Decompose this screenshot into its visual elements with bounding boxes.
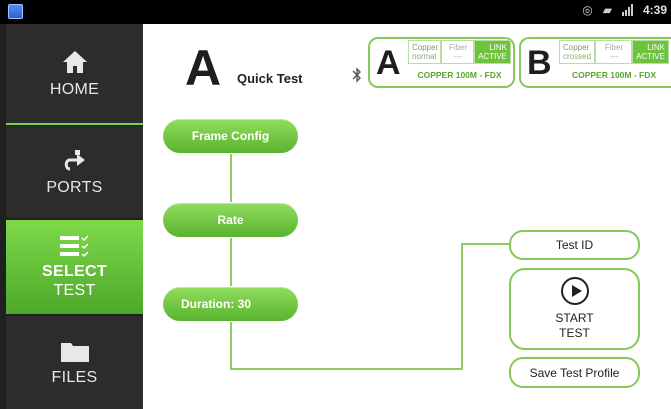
flow-connector — [230, 154, 232, 202]
sd-card-icon: ▰ — [602, 3, 612, 17]
copper-title: Copper — [412, 43, 439, 52]
sidebar-item-label: HOME — [49, 81, 100, 98]
port-b-link-status: COPPER 100M - FDX — [571, 70, 657, 80]
save-test-profile-button[interactable]: Save Test Profile — [509, 357, 640, 388]
fiber-title: Fiber — [604, 43, 624, 52]
duration-button[interactable]: Duration: 30 — [163, 287, 298, 321]
sidebar-item-label: FILES — [51, 368, 98, 386]
flow-connector — [461, 243, 463, 370]
fiber-indicator: Fiber --- — [595, 40, 632, 64]
select-label-line1: SELECT — [42, 263, 107, 280]
copper-indicator: Copper normal — [408, 40, 442, 64]
flow-connector — [230, 238, 232, 286]
status-bar: ◎ ▰ 4:39 — [0, 0, 671, 24]
signal-icon — [621, 4, 633, 16]
port-a-letter: A — [376, 44, 401, 82]
select-test-icon — [59, 235, 89, 258]
port-b-indicators: Copper crossed Fiber --- LINK ACTIVE — [559, 40, 669, 64]
port-letter-heading: A — [185, 40, 222, 96]
folder-icon — [60, 342, 89, 362]
app-icon — [8, 4, 23, 19]
sidebar-item-files[interactable]: FILES — [6, 316, 143, 409]
start-test-button[interactable]: START TEST — [509, 268, 640, 350]
link-indicator: LINK ACTIVE — [474, 40, 511, 64]
link-indicator: LINK ACTIVE — [631, 40, 669, 64]
clock: 4:39 — [642, 3, 667, 17]
copper-mode: normal — [412, 52, 437, 61]
copper-mode: crossed — [563, 52, 592, 61]
flow-connector — [230, 368, 463, 370]
frame-config-button[interactable]: Frame Config — [163, 119, 298, 153]
test-label-line2: TEST — [53, 282, 96, 299]
copper-indicator: Copper crossed — [559, 40, 596, 64]
play-icon — [560, 277, 589, 305]
link-state: ACTIVE — [478, 52, 507, 61]
sidebar-item-home[interactable]: HOME — [6, 24, 143, 125]
test-id-button[interactable]: Test ID — [509, 230, 640, 260]
rate-button[interactable]: Rate — [163, 203, 298, 237]
fiber-title: Fiber — [449, 43, 468, 52]
flow-connector — [461, 243, 510, 245]
fiber-mode: --- — [609, 52, 618, 61]
bluetooth-icon — [352, 67, 361, 83]
home-icon — [62, 51, 87, 73]
link-title: LINK — [489, 43, 507, 52]
sidebar-item-label: SELECT TEST — [42, 262, 107, 300]
flow-connector — [230, 322, 232, 370]
port-a-link-status: COPPER 100M - FDX — [417, 70, 502, 80]
fiber-indicator: Fiber --- — [441, 40, 475, 64]
ports-icon — [64, 150, 85, 171]
sidebar-item-ports[interactable]: PORTS — [6, 126, 143, 218]
sidebar: HOME PORTS SELECT TEST FILES — [0, 24, 143, 409]
port-b-letter: B — [527, 44, 552, 82]
link-title: LINK — [647, 43, 665, 52]
sidebar-item-select-test[interactable]: SELECT TEST — [6, 220, 143, 314]
copper-title: Copper — [563, 43, 590, 52]
page-title: Quick Test — [237, 71, 303, 86]
port-a-indicators: Copper normal Fiber --- LINK ACTIVE — [408, 40, 511, 64]
system-tray: ◎ ▰ 4:39 — [582, 3, 667, 17]
fiber-mode: --- — [454, 52, 463, 61]
port-b-status[interactable]: B Copper crossed Fiber --- LINK ACTIVE C… — [519, 37, 671, 88]
link-state: ACTIVE — [636, 52, 665, 61]
sync-icon: ◎ — [582, 3, 593, 17]
start-test-label: START TEST — [555, 311, 593, 341]
port-a-status[interactable]: A Copper normal Fiber --- LINK ACTIVE CO… — [368, 37, 515, 88]
sidebar-item-label: PORTS — [46, 179, 103, 196]
start-label-line2: TEST — [559, 326, 590, 340]
start-label-line1: START — [555, 311, 594, 325]
